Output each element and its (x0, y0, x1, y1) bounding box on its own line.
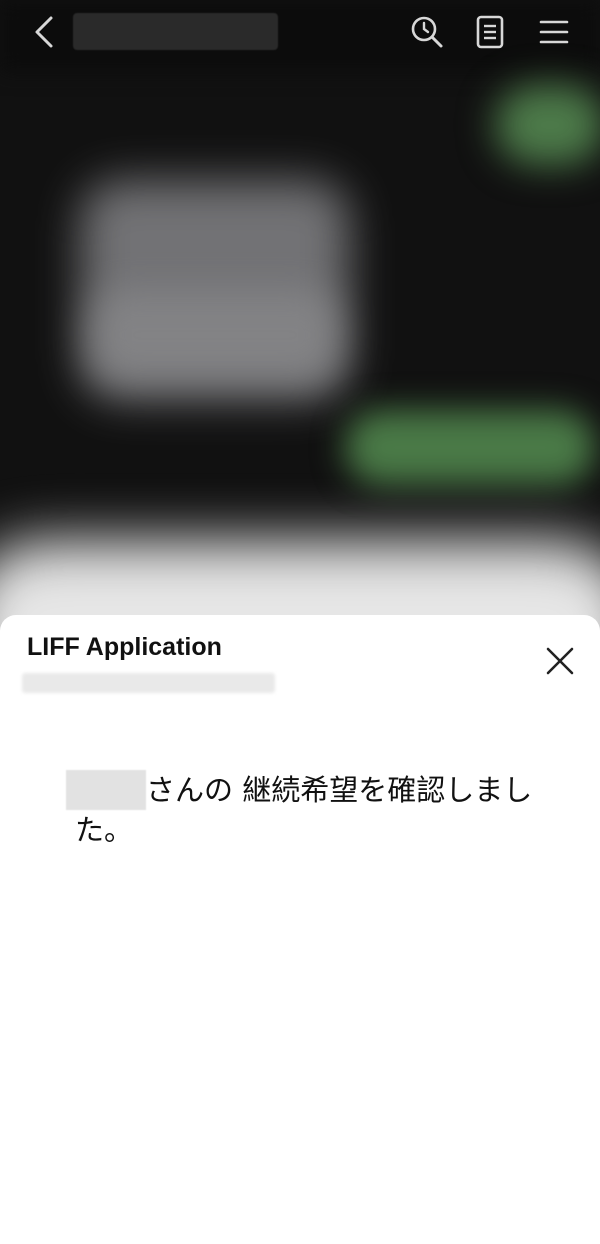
chevron-left-icon (35, 16, 53, 48)
note-icon (476, 15, 504, 49)
search-button[interactable] (405, 10, 449, 54)
back-button[interactable] (22, 10, 66, 54)
menu-button[interactable] (532, 10, 576, 54)
liff-url (22, 673, 275, 693)
blurred-message-bubble-lower (90, 290, 340, 380)
liff-title: LIFF Application (27, 633, 222, 661)
close-button[interactable] (540, 641, 580, 681)
user-name (66, 770, 146, 810)
note-button[interactable] (468, 10, 512, 54)
confirmation-message: さんの 継続希望を確認しました。 (66, 770, 535, 850)
hamburger-menu-icon (539, 20, 569, 44)
chat-background (0, 0, 600, 640)
chat-title (73, 13, 278, 50)
liff-bottom-sheet: LIFF Application さんの 継続希望を確認しました。 (0, 615, 600, 1244)
chat-header (0, 0, 600, 66)
blurred-sent-bubble (345, 410, 595, 485)
close-icon (546, 647, 574, 675)
blurred-sent-bubble (495, 85, 600, 165)
search-history-icon (411, 16, 443, 48)
